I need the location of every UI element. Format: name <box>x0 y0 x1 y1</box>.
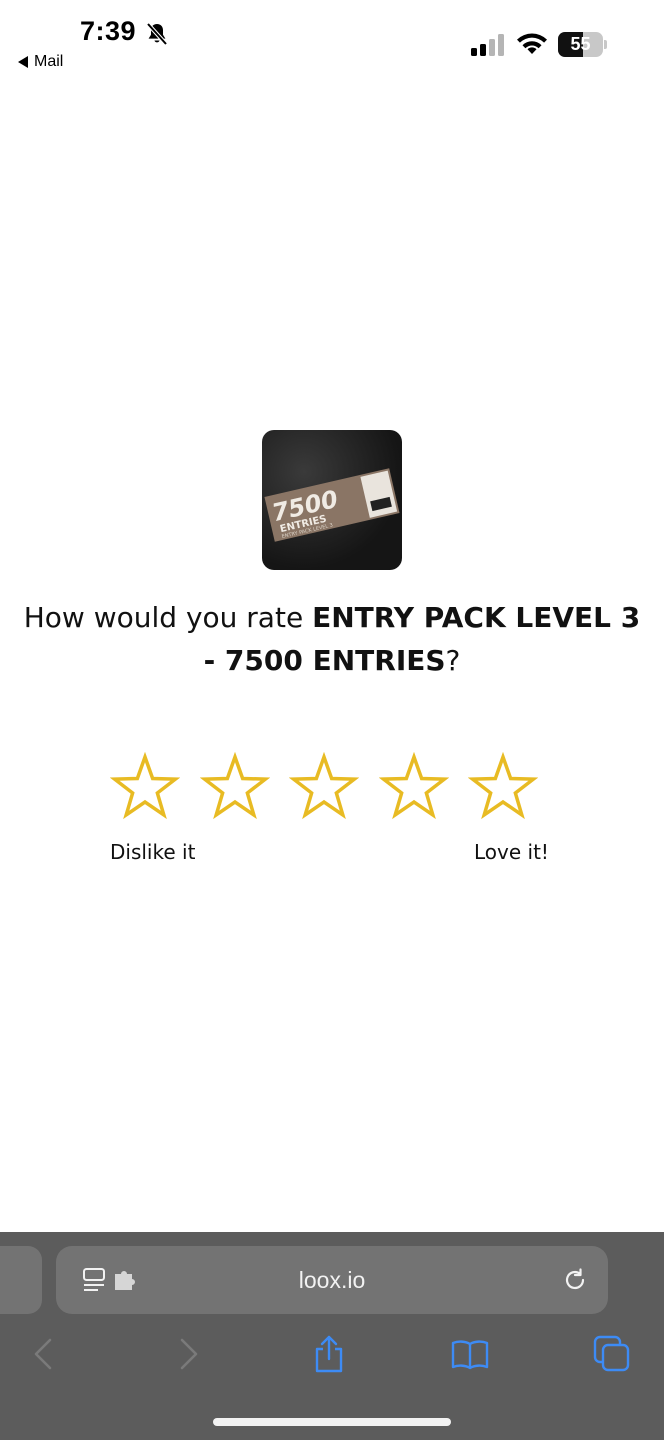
bell-muted-icon <box>146 22 168 46</box>
star-rating[interactable] <box>110 752 560 822</box>
tabs-icon[interactable] <box>592 1334 632 1374</box>
back-to-mail-link[interactable]: Mail <box>18 53 63 71</box>
wifi-icon <box>517 33 547 54</box>
forward-chevron-icon[interactable] <box>168 1334 208 1374</box>
rating-low-label: Dislike it <box>110 840 196 864</box>
battery-cap <box>604 40 607 49</box>
back-triangle-icon <box>18 56 28 68</box>
share-icon[interactable] <box>309 1334 349 1374</box>
question-prefix: How would you rate <box>23 601 313 634</box>
question-suffix: ? <box>445 644 461 677</box>
battery-indicator: 55 <box>558 32 608 57</box>
back-app-label: Mail <box>34 53 64 70</box>
battery-body: 55 <box>558 32 603 57</box>
product-ticket-graphic: 7500 ENTRIES ENTRY PACK LEVEL 3 <box>264 468 400 542</box>
status-time: 7:39 <box>80 16 137 46</box>
url-text: loox.io <box>298 1267 366 1293</box>
star-4-icon[interactable] <box>378 752 449 822</box>
address-bar[interactable]: loox.io <box>56 1246 608 1314</box>
star-1-icon[interactable] <box>110 752 180 822</box>
bookmarks-icon[interactable] <box>450 1334 490 1374</box>
status-bar: 7:39 Mail 55 <box>0 0 664 80</box>
previous-tab-peek[interactable] <box>0 1246 42 1314</box>
cellular-signal-icon <box>471 34 504 56</box>
battery-percent: 55 <box>570 34 591 54</box>
star-3-icon[interactable] <box>289 752 359 822</box>
home-indicator[interactable] <box>213 1418 451 1426</box>
star-5-icon[interactable] <box>468 752 538 822</box>
star-2-icon[interactable] <box>199 752 270 822</box>
rating-question: How would you rate ENTRY PACK LEVEL 3 - … <box>20 596 644 682</box>
product-image: 7500 ENTRIES ENTRY PACK LEVEL 3 <box>262 430 402 570</box>
rating-high-label: Love it! <box>474 840 549 864</box>
reload-icon[interactable] <box>561 1266 589 1294</box>
back-chevron-icon[interactable] <box>24 1334 64 1374</box>
browser-toolbar: loox.io <box>0 1232 664 1440</box>
